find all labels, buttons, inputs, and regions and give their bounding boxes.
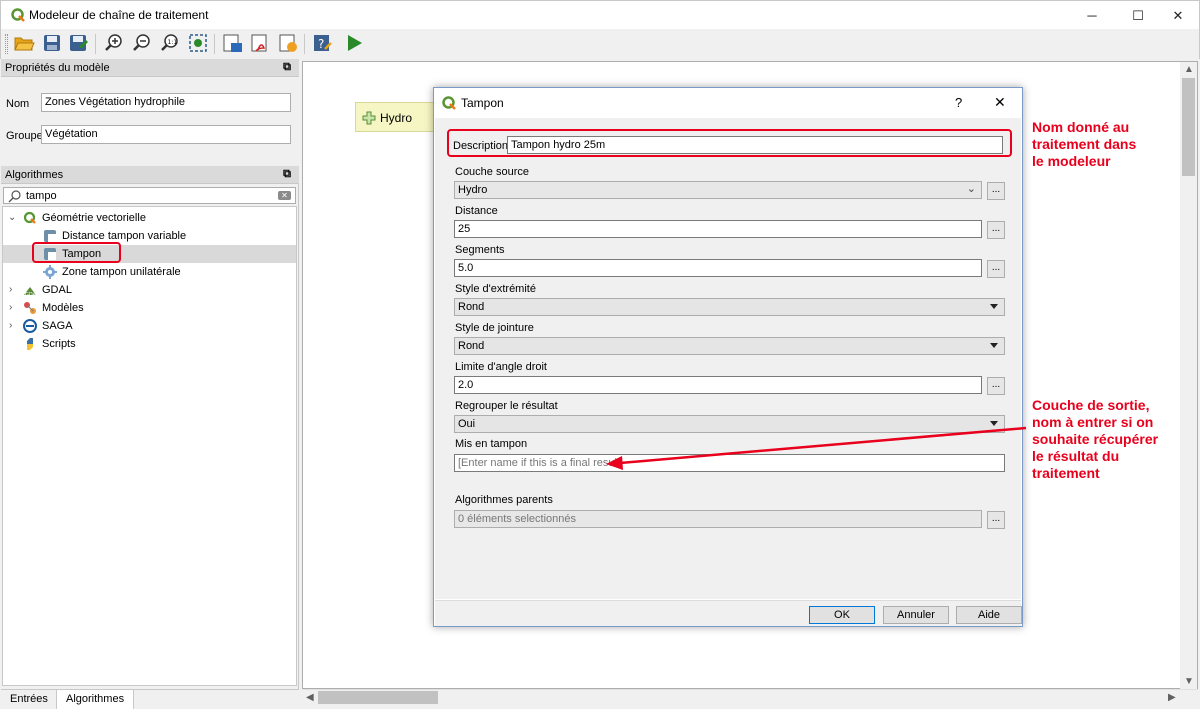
annotation-arrow [606, 426, 1027, 470]
